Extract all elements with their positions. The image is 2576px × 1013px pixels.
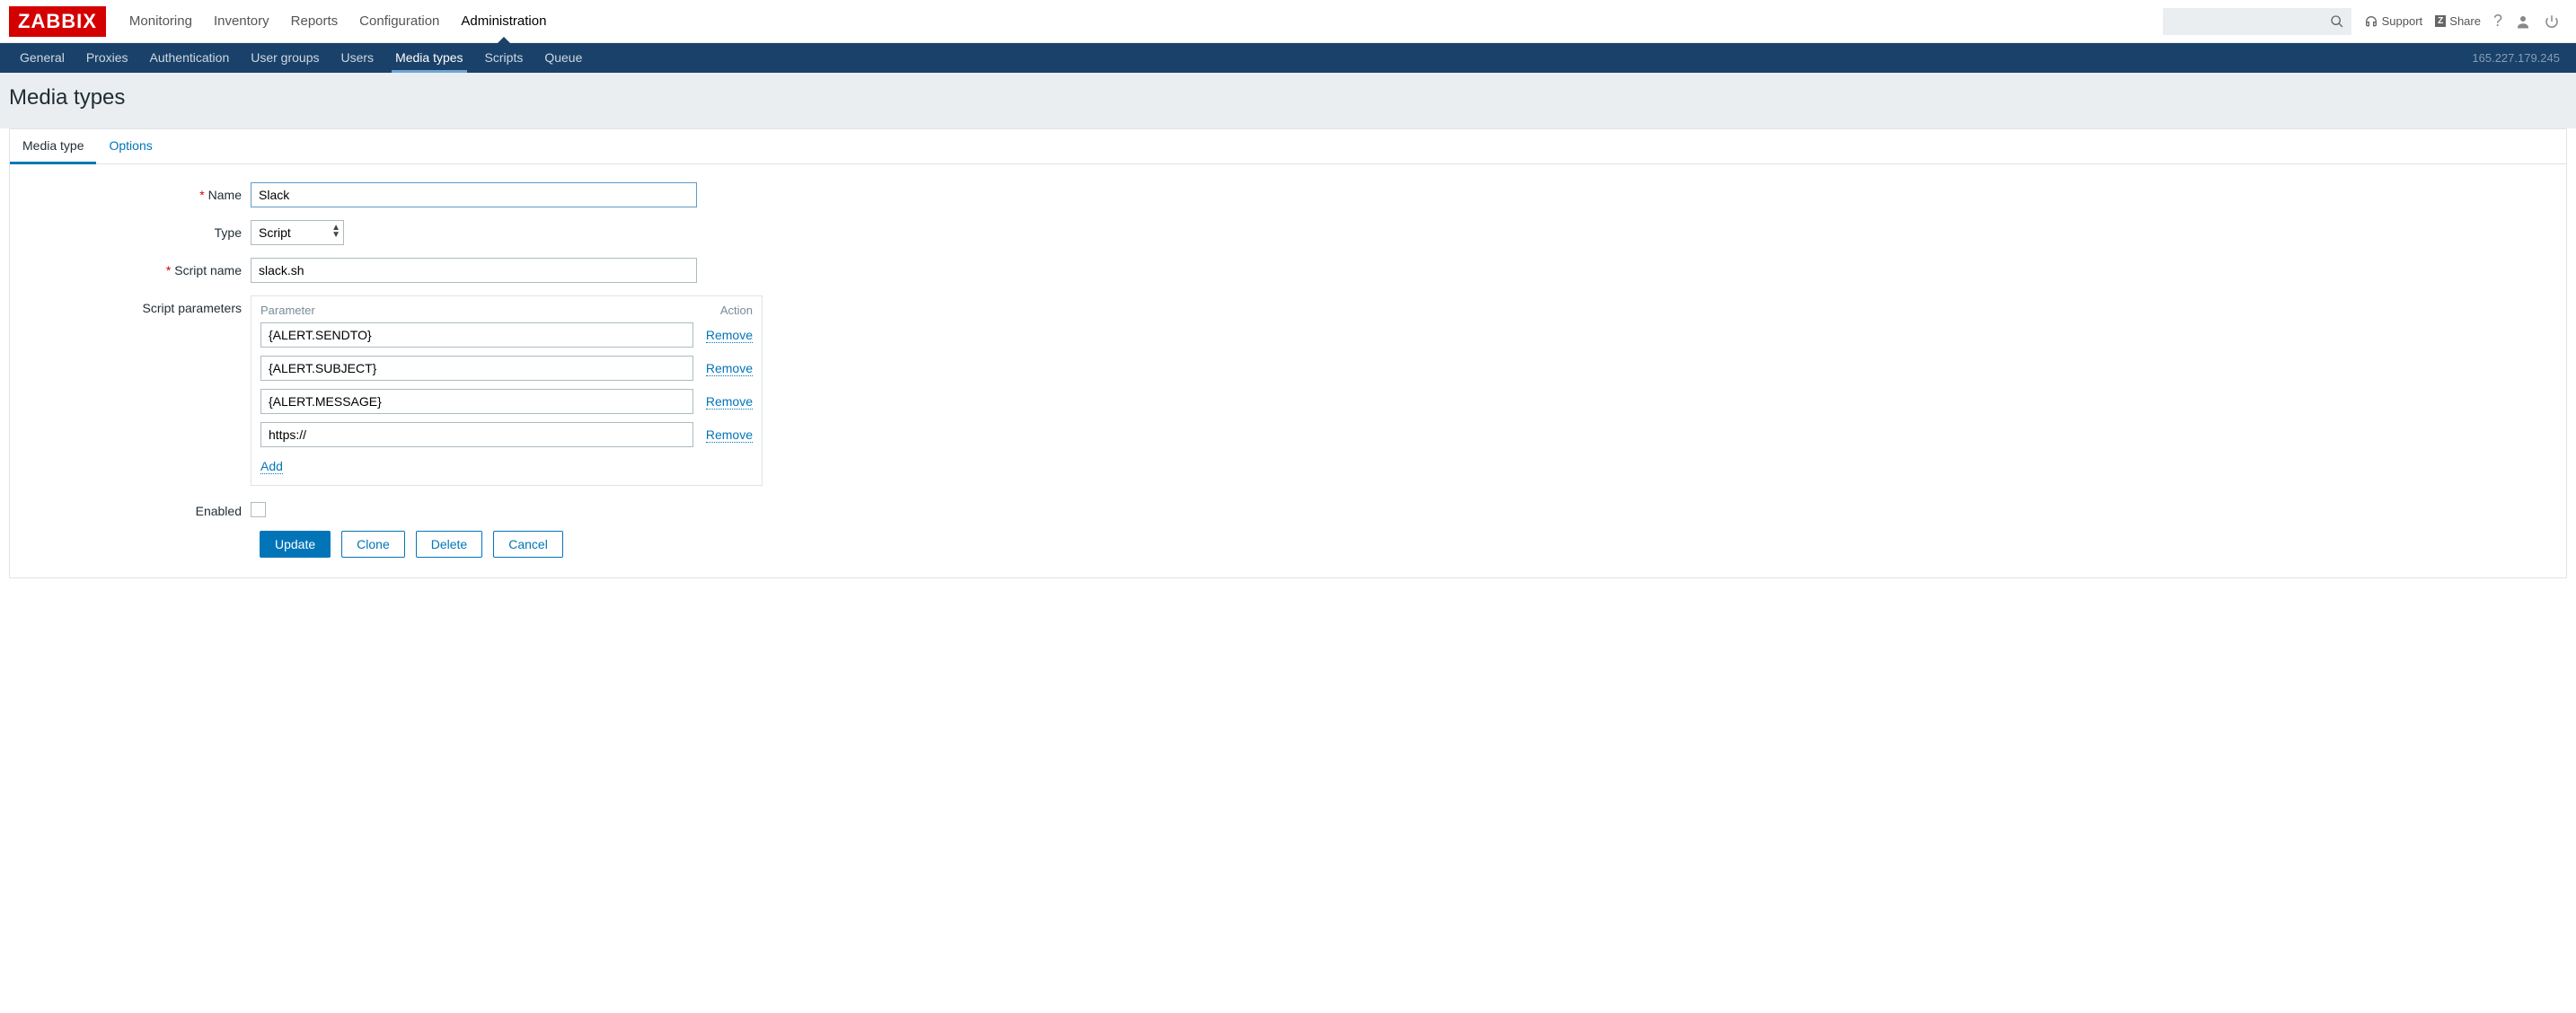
support-label: Support <box>2382 14 2423 28</box>
tab-media-type[interactable]: Media type <box>10 129 96 164</box>
sub-nav: General Proxies Authentication User grou… <box>0 43 2576 73</box>
param-input-1[interactable] <box>260 356 693 381</box>
logout-button[interactable] <box>2544 13 2560 30</box>
page-title: Media types <box>9 85 2567 110</box>
script-params-label: Script parameters <box>26 295 251 315</box>
param-row: Remove <box>260 422 753 447</box>
param-input-0[interactable] <box>260 322 693 348</box>
enabled-checkbox[interactable] <box>251 502 266 517</box>
topnav-items: Monitoring Inventory Reports Configurati… <box>119 0 2163 43</box>
param-header-parameter: Parameter <box>260 304 720 317</box>
clone-button[interactable]: Clone <box>341 531 405 558</box>
search-icon <box>2330 14 2344 29</box>
enabled-label: Enabled <box>26 498 251 518</box>
script-name-input[interactable] <box>251 258 697 283</box>
power-icon <box>2544 13 2560 30</box>
page-header: Media types <box>0 73 2576 128</box>
content: Media type Options *Name Type Script ▲▼ … <box>9 128 2567 578</box>
server-ip: 165.227.179.245 <box>2472 51 2567 65</box>
share-label: Share <box>2449 14 2481 28</box>
name-label-text: Name <box>208 188 242 202</box>
name-label: *Name <box>26 182 251 202</box>
tab-options[interactable]: Options <box>96 129 164 163</box>
row-enabled: Enabled <box>26 498 2550 518</box>
name-input[interactable] <box>251 182 697 207</box>
subnav-authentication[interactable]: Authentication <box>139 43 241 73</box>
subnav-user-groups[interactable]: User groups <box>240 43 330 73</box>
param-header-row: Parameter Action <box>260 304 753 317</box>
remove-link-0[interactable]: Remove <box>706 328 753 343</box>
update-button[interactable]: Update <box>260 531 331 558</box>
user-button[interactable] <box>2515 13 2531 30</box>
button-row: Update Clone Delete Cancel <box>260 531 2550 558</box>
subnav-users[interactable]: Users <box>331 43 385 73</box>
subnav-proxies[interactable]: Proxies <box>75 43 139 73</box>
type-label: Type <box>26 220 251 240</box>
param-row: Remove <box>260 322 753 348</box>
tabs: Media type Options <box>10 129 2566 164</box>
param-input-3[interactable] <box>260 422 693 447</box>
subnav-queue[interactable]: Queue <box>534 43 593 73</box>
headset-icon <box>2364 14 2378 29</box>
search-wrap <box>2163 8 2351 35</box>
remove-link-2[interactable]: Remove <box>706 394 753 410</box>
row-script-parameters: Script parameters Parameter Action Remov… <box>26 295 2550 486</box>
cancel-button[interactable]: Cancel <box>493 531 563 558</box>
form: *Name Type Script ▲▼ *Script name <box>10 164 2566 577</box>
topnav-right: Support Z Share ? <box>2163 8 2576 35</box>
add-param-link[interactable]: Add <box>260 459 283 474</box>
param-header-action: Action <box>720 304 753 317</box>
row-type: Type Script ▲▼ <box>26 220 2550 245</box>
nav-reports[interactable]: Reports <box>280 0 349 43</box>
remove-link-3[interactable]: Remove <box>706 427 753 443</box>
nav-monitoring[interactable]: Monitoring <box>119 0 203 43</box>
script-name-label: *Script name <box>26 258 251 277</box>
type-select[interactable]: Script <box>251 220 344 245</box>
script-name-label-text: Script name <box>174 263 242 277</box>
top-nav: ZABBIX Monitoring Inventory Reports Conf… <box>0 0 2576 43</box>
share-link[interactable]: Z Share <box>2435 14 2481 28</box>
param-input-2[interactable] <box>260 389 693 414</box>
subnav-media-types[interactable]: Media types <box>384 43 473 73</box>
nav-inventory[interactable]: Inventory <box>203 0 280 43</box>
logo: ZABBIX <box>9 6 106 37</box>
delete-button[interactable]: Delete <box>416 531 482 558</box>
script-params-box: Parameter Action Remove Remove Remove <box>251 295 763 486</box>
param-row: Remove <box>260 356 753 381</box>
param-row: Remove <box>260 389 753 414</box>
nav-configuration[interactable]: Configuration <box>348 0 450 43</box>
remove-link-1[interactable]: Remove <box>706 361 753 376</box>
subnav-general[interactable]: General <box>9 43 75 73</box>
row-script-name: *Script name <box>26 258 2550 283</box>
search-input[interactable] <box>2163 8 2351 35</box>
support-link[interactable]: Support <box>2364 14 2423 29</box>
user-icon <box>2515 13 2531 30</box>
row-name: *Name <box>26 182 2550 207</box>
subnav-scripts[interactable]: Scripts <box>474 43 534 73</box>
help-button[interactable]: ? <box>2493 12 2502 31</box>
nav-administration[interactable]: Administration <box>450 0 557 43</box>
share-z-icon: Z <box>2435 15 2446 27</box>
